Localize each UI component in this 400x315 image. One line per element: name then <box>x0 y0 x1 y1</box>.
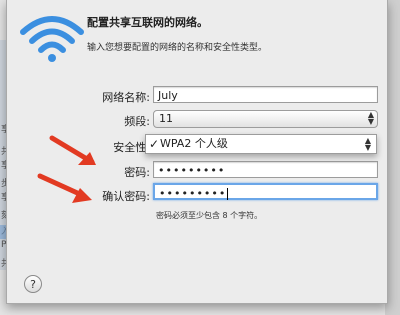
checkmark-icon: ✓ <box>149 137 160 151</box>
dialog-title: 配置共享互联网的网络。 <box>87 16 208 29</box>
help-button[interactable]: ? <box>24 275 42 293</box>
network-name-label: 网络名称: <box>102 91 150 104</box>
popup-arrows-icon: ▲ ▼ <box>364 136 371 152</box>
channel-value: 11 <box>159 112 173 125</box>
popup-arrows-icon: ▲ ▼ <box>367 110 374 126</box>
channel-popup[interactable]: 11 ▲ ▼ <box>153 110 378 128</box>
text-caret <box>227 188 229 200</box>
network-name-input[interactable]: July <box>153 86 378 103</box>
confirm-password-value: ••••••••• <box>159 187 227 200</box>
password-hint: 密码必须至少包含 8 个字符。 <box>156 211 263 220</box>
red-arrow-icon <box>37 173 92 203</box>
security-popup-menu[interactable]: ✓ WPA2 个人级 ▲ ▼ <box>145 134 377 154</box>
confirm-password-input[interactable]: ••••••••• <box>153 183 378 200</box>
security-value[interactable]: WPA2 个人级 <box>160 135 228 153</box>
password-input[interactable]: ••••••••• <box>153 161 378 178</box>
dialog-subtitle: 输入您想要配置的网络的名称和安全性类型。 <box>87 43 268 53</box>
wifi-icon <box>20 16 84 62</box>
channel-label: 频段: <box>124 115 150 128</box>
red-arrow-icon <box>49 135 96 165</box>
